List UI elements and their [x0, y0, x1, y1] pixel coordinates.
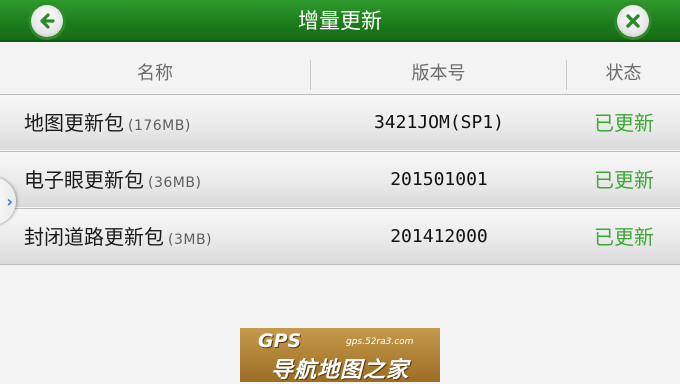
column-header-name: 名称: [137, 63, 173, 84]
package-size: (176MB): [128, 118, 191, 134]
package-status: 已更新: [594, 225, 654, 249]
column-header-status: 状态: [605, 63, 642, 84]
table-row[interactable]: 地图更新包 (176MB) 3421JOM(SP1) 已更新: [0, 94, 680, 150]
package-name: 封闭道路更新包 (3MB): [24, 209, 212, 265]
package-status: 已更新: [594, 111, 654, 135]
table-row[interactable]: 封闭道路更新包 (3MB) 201412000 已更新: [0, 208, 680, 265]
package-size: (36MB): [148, 175, 202, 191]
package-version: 3421JOM(SP1): [373, 112, 505, 133]
back-arrow-icon: [40, 13, 55, 29]
close-button[interactable]: [617, 5, 649, 37]
column-header-version: 版本号: [411, 63, 466, 84]
package-name-text: 电子眼更新包: [24, 168, 144, 192]
chevron-right-icon: ›: [6, 191, 13, 211]
package-size: (3MB): [168, 232, 213, 248]
close-icon: [626, 14, 640, 28]
watermark: GPS gps.52ra3.com 导航地图之家: [240, 328, 440, 383]
package-name: 地图更新包 (176MB): [24, 95, 191, 151]
table-row[interactable]: 电子眼更新包 (36MB) 201501001 已更新: [0, 151, 680, 207]
package-name-text: 地图更新包: [24, 111, 124, 135]
package-name: 电子眼更新包 (36MB): [24, 152, 201, 208]
watermark-logo: GPS: [258, 330, 302, 352]
package-version: 201412000: [390, 226, 488, 247]
table-header: 名称 版本号 状态: [0, 44, 680, 94]
watermark-text: 导航地图之家: [270, 358, 409, 383]
package-status: 已更新: [594, 168, 654, 192]
package-name-text: 封闭道路更新包: [24, 225, 164, 249]
title-bar: 增量更新: [0, 0, 680, 42]
page-title: 增量更新: [298, 9, 382, 33]
back-button[interactable]: [31, 5, 63, 37]
package-version: 201501001: [390, 169, 488, 190]
watermark-url: gps.52ra3.com: [346, 337, 414, 347]
